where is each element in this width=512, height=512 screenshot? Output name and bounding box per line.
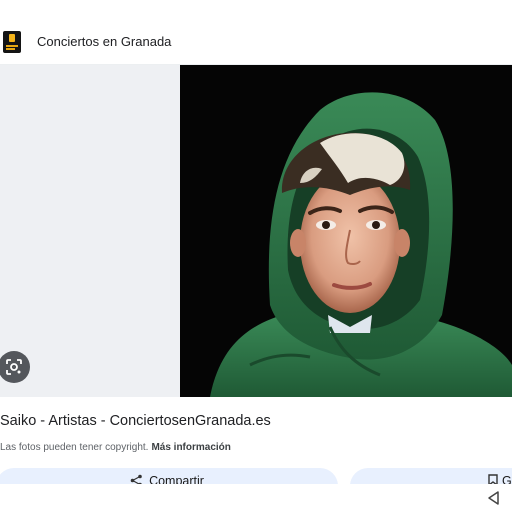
more-info-link[interactable]: Más información: [151, 442, 230, 453]
action-row: Compartir G: [0, 468, 512, 484]
result-header[interactable]: Conciertos en Granada: [0, 20, 512, 64]
share-icon: [130, 474, 142, 484]
image-preview-panel[interactable]: [0, 65, 512, 397]
image-caption[interactable]: Saiko - Artistas - ConciertosenGranada.e…: [0, 413, 271, 429]
artist-photo-illustration: [180, 65, 512, 397]
back-triangle-icon[interactable]: [486, 490, 502, 506]
share-label: Compartir: [149, 474, 204, 484]
google-lens-icon: [6, 359, 22, 375]
save-button[interactable]: G: [350, 468, 512, 484]
share-button[interactable]: Compartir: [0, 468, 338, 484]
save-label: G: [502, 474, 512, 484]
artist-photo[interactable]: [180, 65, 512, 397]
system-nav-bar: [0, 484, 512, 512]
google-lens-button[interactable]: [0, 351, 30, 383]
site-title[interactable]: Conciertos en Granada: [37, 34, 171, 49]
bookmark-icon: [488, 474, 498, 484]
copyright-text: Las fotos pueden tener copyright.: [0, 442, 149, 453]
site-logo-icon[interactable]: [3, 31, 21, 53]
copyright-notice: Las fotos pueden tener copyright. Más inf…: [0, 442, 231, 453]
